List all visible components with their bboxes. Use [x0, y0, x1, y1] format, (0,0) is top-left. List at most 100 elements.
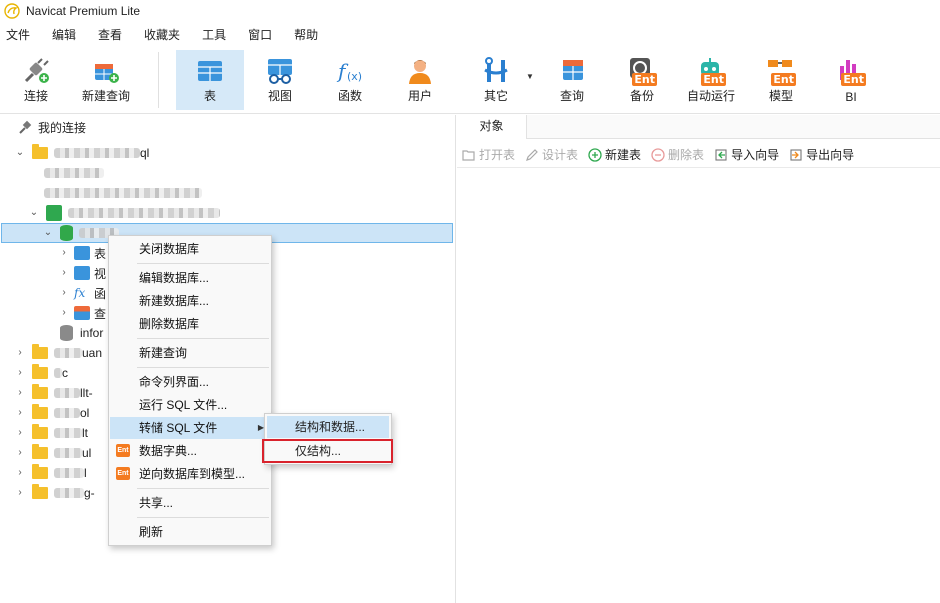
blurred-name [54, 348, 82, 358]
chevron-down-icon[interactable]: ⌄ [14, 147, 26, 159]
menu-edit[interactable]: 编辑 [46, 24, 84, 46]
model-button[interactable]: Ent 模型 [756, 50, 806, 110]
backup-button[interactable]: Ent 备份 [614, 50, 670, 110]
tree-connection[interactable]: › c [14, 363, 68, 383]
chevron-right-icon[interactable]: › [14, 447, 26, 459]
bi-icon: Ent [836, 56, 866, 86]
bi-ent-badge: Ent [841, 73, 866, 86]
import-wizard-button[interactable]: 导入向导 [714, 146, 779, 163]
tree-connection-2[interactable]: ⌄ [28, 203, 220, 223]
database-context-menu: 关闭数据库 编辑数据库... 新建数据库... 删除数据库 新建查询 命令列界面… [108, 235, 272, 546]
bi-button[interactable]: Ent BI [826, 50, 876, 110]
chevron-right-icon[interactable]: › [58, 287, 70, 299]
query-button[interactable]: 查询 [544, 50, 600, 110]
design-table-button[interactable]: 设计表 [525, 146, 578, 163]
tree-connection[interactable]: › lt [14, 423, 88, 443]
menu-dump-sql-file[interactable]: 转储 SQL 文件 ▶ [110, 417, 270, 439]
tree-item-blurred[interactable] [44, 183, 202, 203]
tree-connection[interactable]: › uan [14, 343, 102, 363]
menu-new-database[interactable]: 新建数据库... [110, 290, 270, 312]
menu-view[interactable]: 查看 [92, 24, 130, 46]
blurred-name [68, 208, 220, 218]
tree-root[interactable]: 我的连接 [18, 117, 86, 137]
new-query-label: 新建查询 [81, 89, 130, 103]
table-button[interactable]: 表 [176, 50, 244, 110]
new-query-button[interactable]: 新建查询 [76, 50, 136, 110]
chevron-right-icon[interactable]: › [58, 247, 70, 259]
menu-tools[interactable]: 工具 [196, 24, 234, 46]
model-icon: Ent [766, 56, 796, 86]
menu-command-line[interactable]: 命令列界面... [110, 371, 270, 393]
delete-table-button[interactable]: 删除表 [651, 146, 704, 163]
chevron-right-icon[interactable]: › [14, 487, 26, 499]
blurred-name [54, 388, 80, 398]
chevron-down-icon[interactable]: ⌄ [28, 207, 40, 219]
menu-close-database[interactable]: 关闭数据库 [110, 238, 270, 260]
new-table-button[interactable]: 新建表 [588, 146, 641, 163]
tree-connection[interactable]: › ol [14, 403, 89, 423]
chevron-right-icon[interactable]: › [14, 387, 26, 399]
tab-objects[interactable]: 对象 [457, 115, 527, 139]
blurred-name [44, 188, 202, 198]
table-icon [74, 246, 90, 260]
menu-run-sql-file[interactable]: 运行 SQL 文件... [110, 394, 270, 416]
chevron-right-icon[interactable]: › [14, 367, 26, 379]
tree-connection[interactable]: › llt- [14, 383, 93, 403]
menu-window[interactable]: 窗口 [242, 24, 280, 46]
model-label: 模型 [768, 89, 793, 103]
menu-help[interactable]: 帮助 [288, 24, 326, 46]
function-button[interactable]: f (x) 函数 [322, 50, 378, 110]
function-label: 函数 [337, 89, 362, 103]
menu-delete-database[interactable]: 删除数据库 [110, 313, 270, 335]
tree-functions-node[interactable]: › fx 函 [58, 283, 106, 303]
svg-text:(x): (x) [347, 70, 362, 83]
tree-connection-1[interactable]: ⌄ ql [14, 143, 149, 163]
tree-connection[interactable]: › l [14, 463, 87, 483]
tree-item-blurred[interactable] [44, 163, 104, 183]
chevron-right-icon[interactable]: › [14, 347, 26, 359]
connect-button[interactable]: 连接 [12, 50, 60, 110]
tree-queries-node[interactable]: › 查 [58, 303, 106, 323]
menu-share[interactable]: 共享... [110, 492, 270, 514]
auto-run-label: 自动运行 [686, 89, 735, 103]
connection-leaf-icon [46, 205, 62, 221]
table-label: 表 [203, 89, 216, 103]
menu-edit-database[interactable]: 编辑数据库... [110, 267, 270, 289]
plug-icon [24, 58, 49, 83]
tree-information-schema[interactable]: infor [60, 323, 103, 343]
function-icon: f (x) [336, 59, 362, 83]
menu-separator [137, 263, 269, 264]
blurred-name [54, 428, 82, 438]
other-dropdown-arrow-icon[interactable]: ▼ [526, 72, 534, 81]
auto-run-button[interactable]: Ent 自动运行 [680, 50, 742, 110]
ent-badge-icon: Ent [116, 467, 130, 480]
chevron-right-icon[interactable]: › [14, 467, 26, 479]
chevron-right-icon[interactable]: › [58, 267, 70, 279]
main-toolbar: 连接 新建查询 表 视图 f (x) 函数 用户 其它 ▼ 查询 Ent 备份 … [0, 46, 940, 114]
export-wizard-button[interactable]: 导出向导 [789, 146, 854, 163]
other-button[interactable]: 其它 [466, 50, 526, 110]
chevron-right-icon[interactable]: › [14, 427, 26, 439]
menu-data-dictionary[interactable]: Ent 数据字典... [110, 440, 270, 462]
tree-connection[interactable]: › ul [14, 443, 91, 463]
user-button[interactable]: 用户 [392, 50, 448, 110]
menu-data-dictionary-label: 数据字典... [139, 444, 198, 458]
view-button[interactable]: 视图 [252, 50, 308, 110]
connection-plug-icon [19, 120, 32, 134]
tree-connection[interactable]: › g- [14, 483, 95, 503]
menu-new-query[interactable]: 新建查询 [110, 342, 270, 364]
menu-file[interactable]: 文件 [0, 24, 38, 46]
tree-tables-node[interactable]: › 表 [58, 243, 106, 263]
menu-reverse-to-model[interactable]: Ent 逆向数据库到模型... [110, 463, 270, 485]
tree-views-node[interactable]: › 视 [58, 263, 106, 283]
open-table-button[interactable]: 打开表 [462, 146, 515, 163]
chevron-down-icon[interactable]: ⌄ [42, 227, 54, 239]
menu-structure-and-data[interactable]: 结构和数据... [267, 416, 389, 438]
chevron-right-icon[interactable]: › [58, 307, 70, 319]
minus-circle-icon [651, 147, 665, 162]
table-icon [198, 61, 222, 81]
open-folder-icon [462, 149, 475, 161]
chevron-right-icon[interactable]: › [14, 407, 26, 419]
menu-favorites[interactable]: 收藏夹 [138, 24, 188, 46]
menu-refresh[interactable]: 刷新 [110, 521, 270, 543]
